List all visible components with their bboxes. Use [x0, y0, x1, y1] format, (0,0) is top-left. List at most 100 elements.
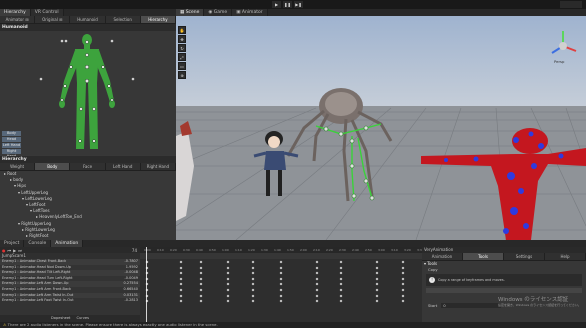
keyframe[interactable] [251, 299, 255, 303]
tab-animator[interactable]: ▣ Animator [232, 9, 268, 16]
tree-row[interactable]: ▸ RightFoot [0, 233, 176, 239]
keyframe[interactable] [401, 294, 405, 298]
humanoid-figure[interactable] [0, 31, 176, 155]
range-slider[interactable] [426, 288, 582, 293]
start-field[interactable]: 0 [441, 303, 502, 308]
keyframe[interactable] [339, 294, 343, 298]
keyframe[interactable] [401, 288, 405, 292]
keyframe[interactable] [226, 277, 230, 281]
scene-view[interactable]: ▦ Scene ◉ Game ▣ Animator ✋ ✥ ↻ ⤢ ▭ ⊕ Pe… [176, 9, 586, 240]
keyframe[interactable] [251, 266, 255, 270]
tab-va-settings[interactable]: Settings [504, 253, 545, 260]
keyframe[interactable] [279, 260, 283, 264]
keyframe[interactable] [315, 294, 319, 298]
keyframe[interactable] [339, 299, 343, 303]
keyframe[interactable] [179, 299, 183, 303]
record-icon[interactable]: ● [2, 248, 6, 253]
tab-console[interactable]: Console [24, 240, 52, 247]
left-hand-tab[interactable]: Left Hand [106, 163, 141, 170]
orientation-gizmo[interactable]: Persp [544, 27, 582, 65]
keyframe[interactable] [226, 271, 230, 275]
frame-field[interactable]: 74 [132, 248, 137, 253]
step-button[interactable]: ▶❚ [294, 1, 303, 8]
keyframe-grid[interactable] [140, 259, 422, 315]
property-row[interactable]: Enemy1 : Animator.Left Foot Twist In-Out… [0, 298, 140, 304]
subtab-animator[interactable]: Animator ⊞ [0, 16, 36, 23]
keyframe[interactable] [375, 294, 379, 298]
keyframe[interactable] [199, 271, 203, 275]
keyframe[interactable] [339, 266, 343, 270]
keyframe[interactable] [375, 260, 379, 264]
keyframe[interactable] [251, 260, 255, 264]
keyframe[interactable] [199, 277, 203, 281]
scene-canvas[interactable] [176, 16, 586, 240]
keyframe[interactable] [226, 299, 230, 303]
keyframe[interactable] [251, 294, 255, 298]
keyframe[interactable] [199, 282, 203, 286]
tab-game[interactable]: ◉ Game [204, 9, 233, 16]
keyframe[interactable] [279, 299, 283, 303]
body-button[interactable]: Body [2, 131, 21, 136]
tab-va-tools[interactable]: Tools [463, 253, 504, 260]
keyframe[interactable] [179, 260, 183, 264]
keyframe[interactable] [226, 282, 230, 286]
weight-tab[interactable]: Weight [0, 163, 36, 170]
keyframe[interactable] [226, 288, 230, 292]
keyframe[interactable] [179, 288, 183, 292]
keyframe[interactable] [315, 282, 319, 286]
keyframe[interactable] [179, 266, 183, 270]
keyframe[interactable] [251, 277, 255, 281]
hand-tool-icon[interactable]: ✋ [178, 26, 186, 34]
left-hand-button[interactable]: Left Hand [2, 143, 21, 148]
keyframe[interactable] [375, 266, 379, 270]
keyframe[interactable] [339, 282, 343, 286]
curves-tab[interactable]: Curves [76, 315, 88, 322]
move-tool-icon[interactable]: ✥ [178, 35, 186, 43]
keyframe[interactable] [375, 288, 379, 292]
keyframe[interactable] [339, 271, 343, 275]
keyframe[interactable] [401, 299, 405, 303]
play-icon[interactable]: ▶ [13, 248, 16, 253]
keyframe[interactable] [199, 299, 203, 303]
tab-va-help[interactable]: Help [545, 253, 586, 260]
keyframe[interactable] [279, 282, 283, 286]
tab-va-animation[interactable]: Animation [422, 253, 463, 260]
subtab-hierarchy[interactable]: Hierarchy [140, 16, 177, 23]
keyframe[interactable] [226, 294, 230, 298]
play-button[interactable]: ▶ [272, 1, 281, 8]
property-value[interactable]: -0.2813 [124, 298, 138, 304]
tab-project[interactable]: Project [0, 240, 25, 247]
keyframe[interactable] [375, 299, 379, 303]
keyframe[interactable] [251, 282, 255, 286]
keyframe[interactable] [315, 266, 319, 270]
keyframe[interactable] [375, 277, 379, 281]
keyframe[interactable] [315, 260, 319, 264]
keyframe[interactable] [226, 266, 230, 270]
keyframe[interactable] [279, 277, 283, 281]
keyframe[interactable] [179, 294, 183, 298]
subtab-humanoid[interactable]: Humanoid [70, 16, 106, 23]
keyframe[interactable] [279, 294, 283, 298]
keyframe[interactable] [279, 271, 283, 275]
keyframe[interactable] [401, 271, 405, 275]
keyframe[interactable] [179, 277, 183, 281]
right-hand-tab[interactable]: Right Hand [141, 163, 177, 170]
keyframe[interactable] [279, 288, 283, 292]
keyframe[interactable] [339, 277, 343, 281]
tab-scene[interactable]: ▦ Scene [176, 9, 205, 16]
keyframe[interactable] [315, 288, 319, 292]
tab-vr-control[interactable]: VR Control [30, 9, 64, 16]
pause-button[interactable]: ❚❚ [283, 1, 292, 8]
keyframe[interactable] [401, 266, 405, 270]
keyframe[interactable] [315, 271, 319, 275]
layout-dropdown[interactable] [560, 1, 582, 8]
playhead[interactable] [146, 247, 147, 322]
next-key-icon[interactable]: ⏭ [18, 248, 22, 253]
keyframe[interactable] [401, 282, 405, 286]
keyframe[interactable] [199, 288, 203, 292]
transform-tool-icon[interactable]: ⊕ [178, 71, 186, 79]
keyframe[interactable] [375, 282, 379, 286]
keyframe[interactable] [375, 271, 379, 275]
keyframe[interactable] [279, 266, 283, 270]
keyframe[interactable] [339, 288, 343, 292]
